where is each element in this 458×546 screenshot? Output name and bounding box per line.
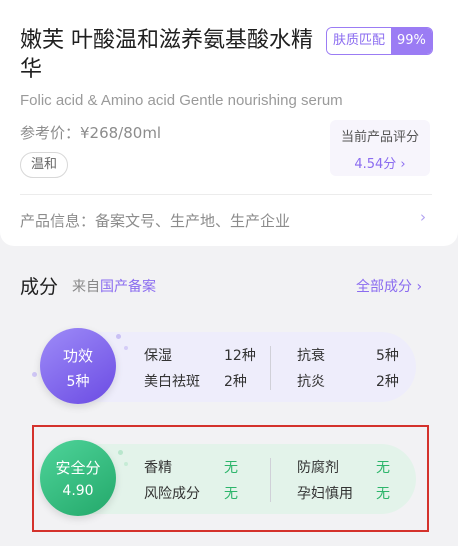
- source-prefix: 来自: [72, 279, 100, 295]
- skin-match-badge[interactable]: 肤质匹配 99%: [326, 27, 433, 55]
- function-item-value: 2种: [224, 374, 247, 390]
- function-item-name: 抗衰: [297, 348, 325, 364]
- ingredients-title: 成分: [20, 276, 59, 298]
- skin-match-value: 99%: [391, 28, 432, 54]
- decor-dot: [116, 334, 121, 339]
- decor-dot: [124, 346, 128, 350]
- chevron-right-icon[interactable]: ›: [420, 208, 426, 226]
- function-item-value: 5种: [376, 348, 399, 364]
- product-card: 嫩芙 叶酸温和滋养氨基酸水精华 肤质匹配 99% Folic acid & Am…: [0, 0, 458, 246]
- decor-dot: [32, 372, 37, 377]
- ingredients-source: 来自国产备案: [72, 276, 156, 296]
- function-count: 5种: [66, 374, 90, 390]
- function-card[interactable]: 功效 5种 保湿 12种 美白祛斑 2种 抗衰 5种 抗炎 2种: [32, 328, 416, 404]
- function-item-name: 抗炎: [297, 374, 325, 390]
- function-item-name: 美白祛斑: [144, 374, 200, 390]
- product-title: 嫩芙 叶酸温和滋养氨基酸水精华: [20, 28, 313, 82]
- product-price: 参考价：¥268/80ml: [20, 124, 162, 142]
- skin-match-label: 肤质匹配: [327, 28, 392, 54]
- product-info-link[interactable]: 产品信息：备案文号、生产地、生产企业: [20, 210, 290, 231]
- function-item-name: 保湿: [144, 348, 172, 364]
- column-divider: [270, 346, 271, 390]
- function-item-value: 2种: [376, 374, 399, 390]
- product-tag[interactable]: 温和: [20, 152, 69, 178]
- function-item-value: 12种: [224, 348, 256, 364]
- divider: [20, 194, 432, 195]
- highlight-box: [32, 425, 429, 532]
- product-rating-box[interactable]: 当前产品评分 4.54分 ›: [330, 120, 430, 176]
- function-bubble: 功效 5种: [40, 328, 116, 404]
- source-link[interactable]: 国产备案: [100, 279, 156, 295]
- product-english-name: Folic acid & Amino acid Gentle nourishin…: [20, 92, 343, 109]
- rating-value: 4.54分 ›: [354, 157, 406, 172]
- rating-label: 当前产品评分: [340, 130, 419, 145]
- all-ingredients-link[interactable]: 全部成分 ›: [356, 276, 422, 296]
- function-label: 功效: [62, 347, 93, 365]
